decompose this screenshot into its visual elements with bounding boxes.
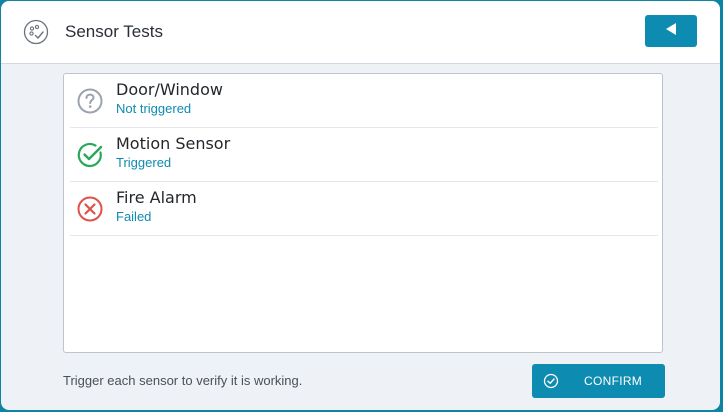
sensor-name: Fire Alarm: [116, 188, 197, 207]
page-title: Sensor Tests: [65, 22, 163, 41]
confirm-button[interactable]: CONFIRM: [532, 364, 665, 398]
confirm-label: CONFIRM: [584, 374, 643, 388]
sensor-tests-screen: Sensor Tests Door/Window Not triggered M…: [1, 1, 720, 410]
back-button[interactable]: [645, 15, 697, 47]
sensor-item-motion-sensor[interactable]: Motion Sensor Triggered: [70, 128, 658, 182]
back-arrow-icon: [663, 21, 679, 41]
sensor-name: Motion Sensor: [116, 134, 231, 153]
sensor-list: Door/Window Not triggered Motion Sensor …: [63, 73, 663, 353]
sensor-name: Door/Window: [116, 80, 223, 99]
check-circle-icon: [543, 373, 559, 389]
sensor-item-fire-alarm[interactable]: Fire Alarm Failed: [70, 182, 658, 236]
sensor-item-door-window[interactable]: Door/Window Not triggered: [70, 74, 658, 128]
sensor-status: Triggered: [116, 155, 172, 170]
instruction-text: Trigger each sensor to verify it is work…: [63, 373, 303, 388]
question-icon: [76, 87, 104, 115]
error-circle-icon: [76, 195, 104, 223]
sensor-status: Failed: [116, 209, 152, 224]
sensor-status: Not triggered: [116, 101, 192, 116]
sensor-test-icon: [23, 19, 49, 45]
header-bar: Sensor Tests: [1, 1, 720, 64]
check-circle-icon: [76, 141, 104, 169]
